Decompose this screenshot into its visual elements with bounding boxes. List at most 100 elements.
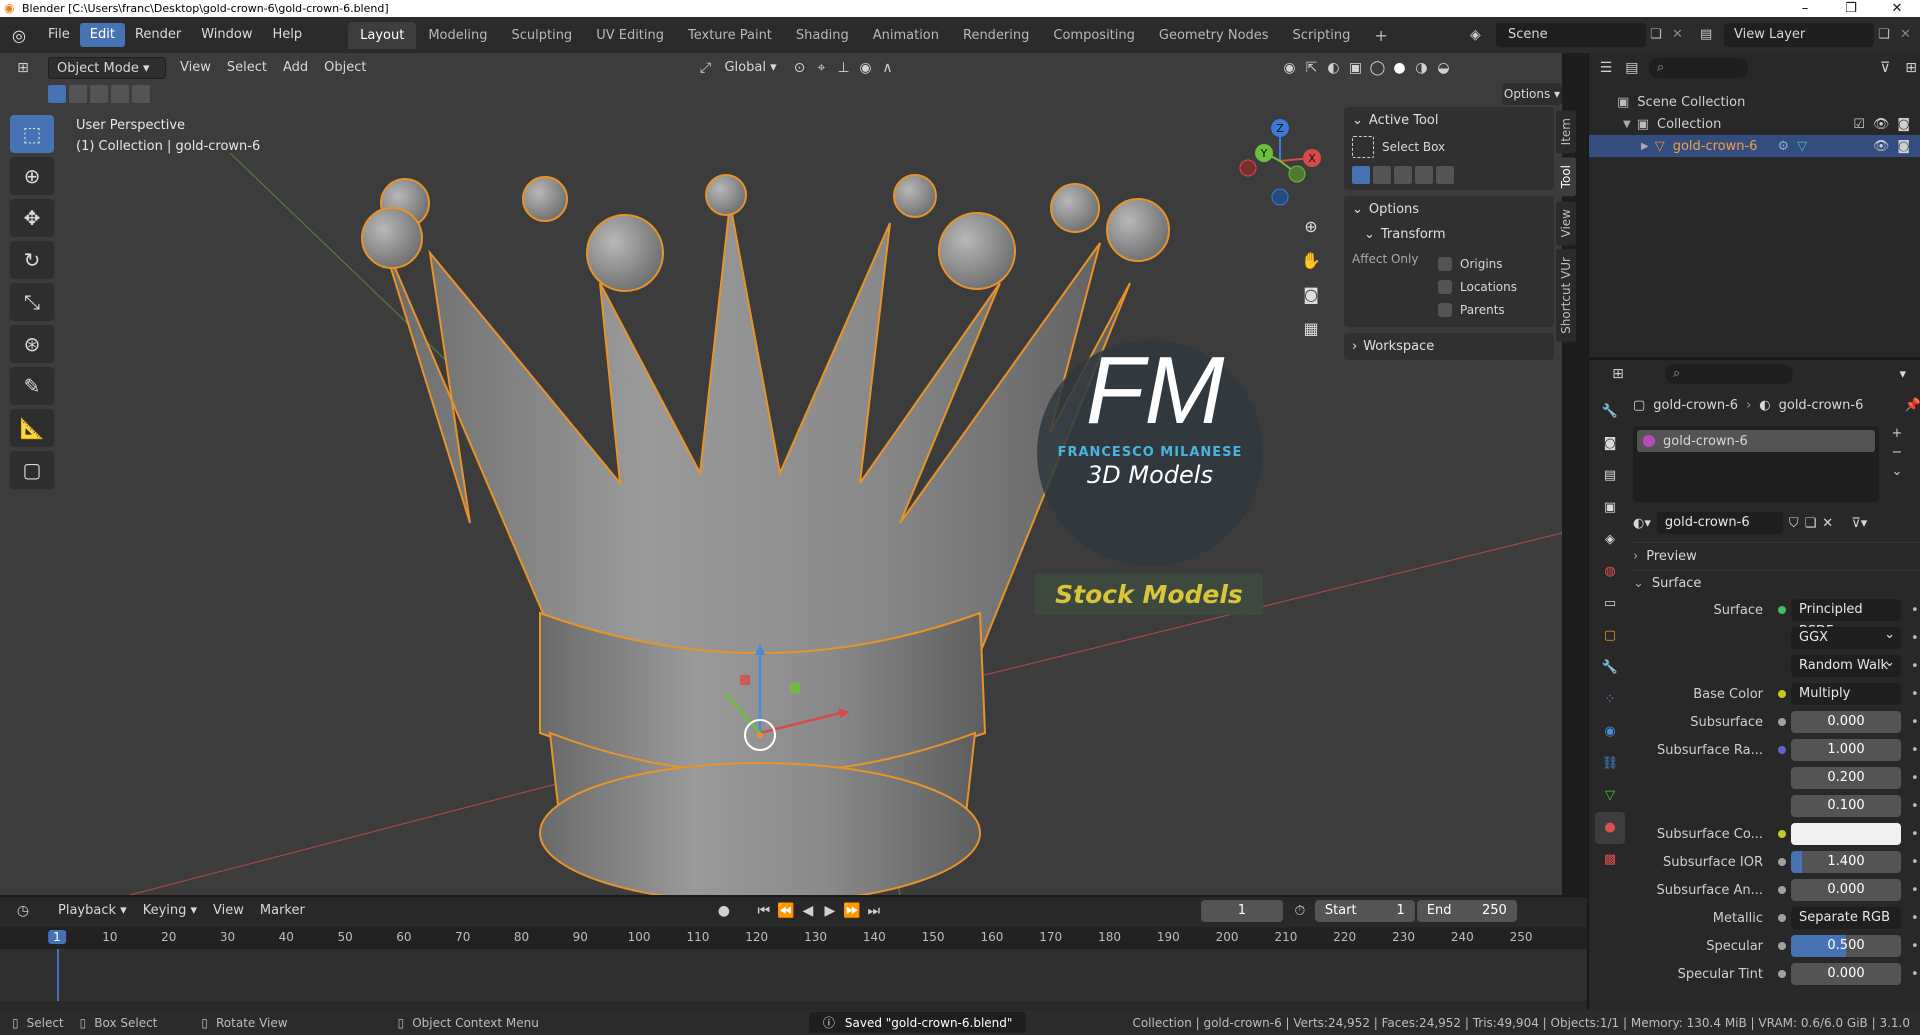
outliner-search[interactable]: ⌕ xyxy=(1648,58,1749,78)
socket-dot-icon[interactable] xyxy=(1778,942,1786,950)
menu-keying[interactable]: Keying ▾ xyxy=(135,900,205,922)
tab-item[interactable]: Item xyxy=(1556,110,1576,154)
particles-tab-icon[interactable]: ⁘ xyxy=(1595,684,1625,716)
property-field[interactable]: Random Walk ⌄ xyxy=(1791,655,1901,677)
view-layer-icon[interactable]: ▤ xyxy=(1700,23,1722,47)
locations-checkbox[interactable]: Locations xyxy=(1438,275,1517,298)
select-extend-icon[interactable] xyxy=(69,85,87,103)
orientation-selector[interactable]: Global ▾ xyxy=(716,57,788,79)
add-slot-icon[interactable]: + xyxy=(1885,426,1909,441)
mode-invert-icon[interactable] xyxy=(1415,166,1433,184)
delete-view-layer-icon[interactable]: ✕ xyxy=(1900,23,1916,47)
fake-user-icon[interactable]: ⛉ xyxy=(1789,516,1799,531)
tab-texture-paint[interactable]: Texture Paint xyxy=(676,22,784,49)
property-field[interactable]: 1.000 xyxy=(1791,739,1901,761)
next-keyframe-icon[interactable]: ⏩ xyxy=(841,900,863,922)
property-field[interactable]: 1.400 xyxy=(1791,851,1901,873)
menu-render[interactable]: Render xyxy=(125,23,191,47)
scene-tab-icon[interactable]: ◈ xyxy=(1595,524,1625,556)
mode-extend-icon[interactable] xyxy=(1373,166,1391,184)
property-field[interactable]: Separate RGB xyxy=(1791,907,1901,929)
keyframe-dot-icon[interactable]: • xyxy=(1911,687,1919,702)
socket-dot-icon[interactable] xyxy=(1778,830,1786,838)
zoom-icon[interactable]: ⊕ xyxy=(1297,213,1325,241)
parents-checkbox[interactable]: Parents xyxy=(1438,298,1517,321)
properties-editor-icon[interactable]: ⊞ xyxy=(1607,363,1629,385)
physics-tab-icon[interactable]: ◉ xyxy=(1595,716,1625,748)
property-field[interactable]: 0.000 xyxy=(1791,963,1901,985)
navigation-gizmo[interactable]: Z X Y xyxy=(1239,119,1321,206)
tab-animation[interactable]: Animation xyxy=(861,22,951,49)
keyframe-dot-icon[interactable]: • xyxy=(1911,967,1919,982)
new-view-layer-icon[interactable]: ❏ xyxy=(1878,23,1898,47)
record-keyframe-icon[interactable]: ● xyxy=(713,900,735,922)
mode-new-icon[interactable] xyxy=(1352,166,1370,184)
property-field[interactable] xyxy=(1791,823,1901,845)
outliner-object-row[interactable]: ▶ ▽ gold-crown-6 ⚙ ▽ 👁 ◙ xyxy=(1589,135,1920,157)
perspective-grid-icon[interactable]: ▦ xyxy=(1297,315,1325,343)
prev-keyframe-icon[interactable]: ⏪ xyxy=(775,900,797,922)
socket-dot-icon[interactable] xyxy=(1778,606,1786,614)
keyframe-dot-icon[interactable]: • xyxy=(1911,743,1919,758)
property-field[interactable]: Multiply xyxy=(1791,683,1901,705)
keyframe-dot-icon[interactable]: • xyxy=(1911,799,1919,814)
pan-hand-icon[interactable]: ✋ xyxy=(1297,247,1325,275)
xray-icon[interactable]: ▣ xyxy=(1344,57,1366,79)
unlink-material-icon[interactable]: ✕ xyxy=(1822,516,1833,531)
socket-dot-icon[interactable] xyxy=(1778,746,1786,754)
snap-icon[interactable]: ⌖ xyxy=(810,57,832,79)
property-field[interactable]: 0.200 xyxy=(1791,767,1901,789)
menu-object[interactable]: Object xyxy=(316,57,374,79)
tab-geometry-nodes[interactable]: Geometry Nodes xyxy=(1147,22,1281,49)
properties-options-icon[interactable]: ▾ xyxy=(1899,367,1906,382)
editor-type-icon[interactable]: ⊞ xyxy=(12,57,34,79)
render-tab-icon[interactable]: ◙ xyxy=(1595,428,1625,460)
tool-tab-icon[interactable]: 🔧 xyxy=(1595,396,1625,428)
property-field[interactable]: 0.100 xyxy=(1791,795,1901,817)
select-subtract-icon[interactable] xyxy=(90,85,108,103)
modifier-icon[interactable]: ⚙ xyxy=(1777,139,1789,154)
play-reverse-icon[interactable]: ◀ xyxy=(797,900,819,922)
add-workspace-button[interactable]: + xyxy=(1362,22,1399,49)
start-frame-field[interactable]: Start 1 xyxy=(1314,900,1415,922)
pin-icon[interactable]: 📌 xyxy=(1905,398,1920,413)
snap-target-icon[interactable]: ⊥ xyxy=(832,57,854,79)
object-eye-icon[interactable]: 👁 xyxy=(1873,139,1890,154)
properties-search[interactable]: ⌕ xyxy=(1665,364,1793,384)
tab-shading[interactable]: Shading xyxy=(784,22,861,49)
socket-dot-icon[interactable] xyxy=(1778,690,1786,698)
active-tool-row[interactable]: Select Box xyxy=(1352,136,1546,158)
options-header[interactable]: ⌄ Options xyxy=(1352,202,1546,217)
workspace-header[interactable]: › Workspace xyxy=(1352,339,1546,354)
output-tab-icon[interactable]: ▤ xyxy=(1595,460,1625,492)
stopwatch-icon[interactable]: ⏱ xyxy=(1289,900,1311,922)
rendered-shading-icon[interactable]: ◒ xyxy=(1432,57,1454,79)
close-button[interactable]: ✕ xyxy=(1874,0,1920,17)
filter-icon[interactable]: ⊽ xyxy=(1876,57,1894,79)
object-camera-icon[interactable]: ◙ xyxy=(1897,139,1910,154)
scene-selector[interactable]: Scene xyxy=(1496,23,1646,47)
socket-dot-icon[interactable] xyxy=(1778,718,1786,726)
timeline-track-area[interactable] xyxy=(0,949,1587,1001)
tab-compositing[interactable]: Compositing xyxy=(1041,22,1147,49)
socket-dot-icon[interactable] xyxy=(1778,914,1786,922)
jump-start-icon[interactable]: ⏮ xyxy=(753,900,775,922)
move-tool-icon[interactable]: ✥ xyxy=(10,199,54,237)
tab-shortcut-vur[interactable]: Shortcut VUr xyxy=(1556,249,1576,342)
tab-scripting[interactable]: Scripting xyxy=(1281,22,1363,49)
material-options-icon[interactable]: ⊽▾ xyxy=(1851,516,1867,531)
keyframe-dot-icon[interactable]: • xyxy=(1911,855,1919,870)
exclude-checkbox[interactable]: ☑ xyxy=(1853,117,1865,132)
menu-marker[interactable]: Marker xyxy=(252,900,313,922)
timeline-editor-icon[interactable]: ◷ xyxy=(12,900,34,922)
texture-tab-icon[interactable]: ▩ xyxy=(1595,844,1625,876)
socket-dot-icon[interactable] xyxy=(1778,970,1786,978)
keyframe-dot-icon[interactable]: • xyxy=(1911,827,1919,842)
surface-panel-header[interactable]: ⌄ Surface xyxy=(1633,570,1920,596)
tab-uv-editing[interactable]: UV Editing xyxy=(584,22,676,49)
transform-header[interactable]: ⌄ Transform xyxy=(1352,227,1546,242)
keyframe-dot-icon[interactable]: • xyxy=(1911,603,1919,618)
mode-intersect-icon[interactable] xyxy=(1436,166,1454,184)
current-frame-field[interactable]: 1 xyxy=(1200,900,1283,922)
world-tab-icon[interactable]: ◍ xyxy=(1595,556,1625,588)
